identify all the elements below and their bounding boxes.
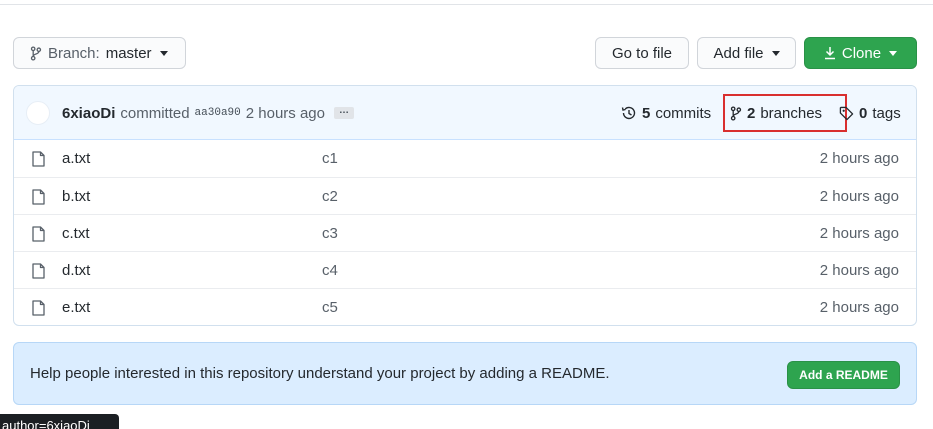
commit-info: 6xiaoDi committed aa30a90 2 hours ago … — [62, 86, 354, 140]
top-divider — [0, 4, 933, 5]
file-name-link[interactable]: a.txt — [62, 150, 90, 167]
commits-link[interactable]: 5 commits — [621, 86, 711, 140]
file-row[interactable]: c.txt c3 2 hours ago — [14, 214, 916, 251]
commit-ellipsis-button[interactable]: … — [334, 106, 354, 119]
file-name-link[interactable]: b.txt — [62, 188, 90, 205]
readme-prompt-text: Help people interested in this repositor… — [30, 365, 610, 382]
file-row[interactable]: e.txt c5 2 hours ago — [14, 288, 916, 325]
file-name-link[interactable]: e.txt — [62, 299, 90, 316]
commit-verb: committed — [120, 104, 190, 122]
file-name-link[interactable]: c.txt — [62, 225, 90, 242]
file-commit-message-link[interactable]: c2 — [322, 188, 338, 205]
go-to-file-label: Go to file — [611, 44, 673, 62]
file-icon — [32, 189, 45, 205]
file-commit-time: 2 hours ago — [819, 187, 899, 205]
latest-commit-bar: 6xiaoDi committed aa30a90 2 hours ago … … — [14, 86, 916, 140]
branches-highlight-box — [723, 94, 847, 132]
file-row[interactable]: b.txt c2 2 hours ago — [14, 177, 916, 214]
chevron-down-icon — [159, 50, 168, 56]
file-commit-message-link[interactable]: c3 — [322, 225, 338, 242]
history-icon — [621, 106, 636, 120]
commit-author-link[interactable]: 6xiaoDi — [62, 105, 115, 122]
avatar[interactable] — [26, 101, 50, 125]
readme-banner: Help people interested in this repositor… — [13, 342, 917, 405]
tags-label: tags — [872, 104, 901, 122]
branch-name-label: master — [105, 44, 152, 62]
file-icon — [32, 300, 45, 316]
file-browser: 6xiaoDi committed aa30a90 2 hours ago … … — [13, 85, 917, 326]
commit-sha-link[interactable]: aa30a90 — [195, 107, 241, 119]
file-name-link[interactable]: d.txt — [62, 262, 90, 279]
file-commit-time: 2 hours ago — [819, 261, 899, 279]
file-icon — [32, 151, 45, 167]
git-branch-icon — [30, 45, 42, 61]
file-commit-time: 2 hours ago — [819, 224, 899, 242]
file-row[interactable]: a.txt c1 2 hours ago — [14, 140, 916, 177]
file-commit-time: 2 hours ago — [819, 150, 899, 167]
file-icon — [32, 263, 45, 279]
chevron-down-icon — [771, 50, 780, 56]
commits-count: 5 — [642, 104, 651, 122]
clone-label: Clone — [841, 44, 882, 62]
download-icon — [824, 47, 835, 60]
go-to-file-button[interactable]: Go to file — [595, 37, 689, 69]
commit-time: 2 hours ago — [245, 104, 325, 122]
add-readme-button[interactable]: Add a README — [787, 361, 900, 389]
chevron-down-icon — [889, 50, 898, 56]
add-file-label: Add file — [713, 44, 764, 62]
author-tooltip: author=6xiaoDi — [0, 414, 119, 429]
branch-prefix-label: Branch: — [48, 44, 100, 62]
clone-button[interactable]: Clone — [804, 37, 917, 69]
tag-icon — [839, 106, 854, 120]
tags-count: 0 — [859, 104, 868, 122]
file-commit-message-link[interactable]: c1 — [322, 150, 338, 167]
file-commit-message-link[interactable]: c4 — [322, 262, 338, 279]
branch-select-button[interactable]: Branch: master — [13, 37, 186, 69]
add-file-button[interactable]: Add file — [697, 37, 796, 69]
file-icon — [32, 226, 45, 242]
tags-link[interactable]: 0 tags — [839, 86, 901, 140]
commits-label: commits — [655, 104, 712, 122]
file-commit-time: 2 hours ago — [819, 298, 899, 316]
file-commit-message-link[interactable]: c5 — [322, 299, 338, 316]
file-row[interactable]: d.txt c4 2 hours ago — [14, 251, 916, 288]
